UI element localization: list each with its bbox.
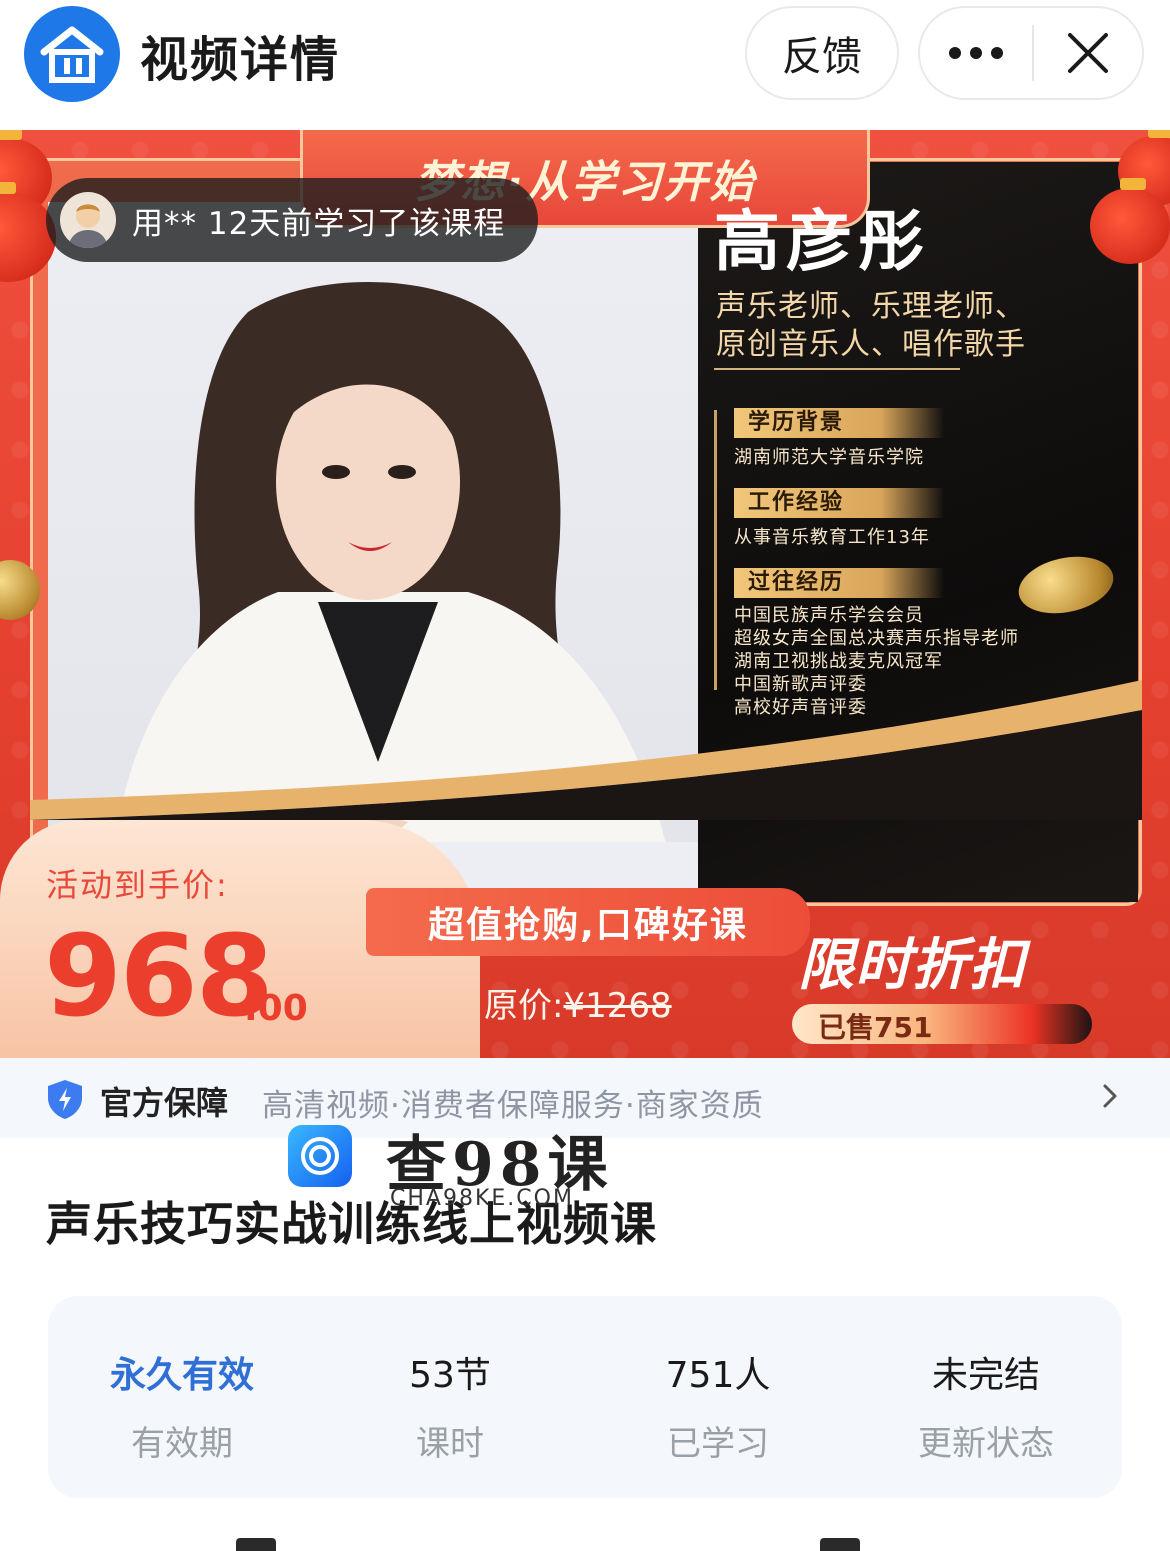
- price-integer: 968: [44, 912, 274, 1042]
- recent-learner-notice: 用** 12天前学习了该课程: [46, 178, 538, 262]
- section-item: 从事音乐教育工作13年: [734, 527, 930, 548]
- page-title: 视频详情: [140, 32, 341, 88]
- stat-label: 更新状态: [918, 1424, 1054, 1464]
- stat-value: 未完结: [931, 1355, 1040, 1396]
- feedback-button[interactable]: 反馈: [745, 6, 899, 100]
- stat-value: 永久有效: [109, 1355, 254, 1396]
- close-icon[interactable]: [1034, 8, 1142, 98]
- section-tag-education: 学历背景: [734, 408, 944, 438]
- lantern-right-icon: [1090, 178, 1170, 264]
- section-item: 湖南师范大学音乐学院: [734, 447, 924, 468]
- teacher-role-line: 声乐老师、乐理老师、: [716, 289, 1026, 324]
- stat-label: 课时: [416, 1424, 484, 1464]
- guarantee-title: 官方保障: [100, 1084, 229, 1122]
- section-item: 中国新歌声评委: [734, 674, 867, 695]
- sold-count: 已售751: [818, 1011, 933, 1044]
- stat-label: 已学习: [667, 1424, 769, 1464]
- course-stats-card: 永久有效 有效期 53节 课时 751人 已学习 未完结 更新状态: [48, 1296, 1122, 1498]
- section-content-education: 湖南师范大学音乐学院: [734, 446, 924, 469]
- app-logo-icon[interactable]: [24, 6, 120, 102]
- section-content-work: 从事音乐教育工作13年: [734, 526, 930, 549]
- stat-update-status: 未完结 更新状态: [852, 1296, 1120, 1498]
- stat-learners: 751人 已学习: [584, 1296, 852, 1498]
- section-content-history: 中国民族声乐学会会员 超级女声全国总决赛声乐指导老师 湖南卫视挑战麦克风冠军 中…: [734, 604, 1019, 719]
- teacher-name: 高彦彤: [714, 203, 930, 280]
- section-tag-history: 过往经历: [734, 568, 944, 598]
- chevron-right-icon[interactable]: [1100, 1082, 1120, 1110]
- timeline-line: [714, 410, 717, 690]
- learner-avatar: [60, 192, 116, 248]
- price-decimal: .00: [244, 988, 308, 1029]
- watermark-url: CHA98KE.COM: [390, 1186, 574, 1211]
- stat-value: 751人: [665, 1355, 771, 1396]
- next-section-peek: [820, 1538, 860, 1551]
- teacher-role-line: 原创音乐人、唱作歌手: [716, 327, 1026, 362]
- stat-lessons: 53节 课时: [316, 1296, 584, 1498]
- promo-bar: 超值抢购,口碑好课: [366, 888, 810, 956]
- section-item: 超级女声全国总决赛声乐指导老师: [734, 628, 1019, 649]
- watermark-logo-icon: [288, 1125, 352, 1187]
- next-section-peek: [236, 1538, 276, 1551]
- teacher-roles: 声乐老师、乐理老师、 原创音乐人、唱作歌手: [716, 288, 1026, 364]
- learner-notice-text: 用** 12天前学习了该课程: [132, 205, 506, 242]
- shield-icon: [48, 1080, 82, 1119]
- section-tag-work: 工作经验: [734, 488, 944, 518]
- stat-value: 53节: [409, 1355, 491, 1396]
- section-item: 湖南卫视挑战麦克风冠军: [734, 651, 943, 672]
- promo-text: 超值抢购,口碑好课: [428, 905, 748, 946]
- stat-validity: 永久有效 有效期: [48, 1296, 316, 1498]
- more-options-icon[interactable]: [920, 8, 1032, 98]
- original-price-label: 原价:: [484, 986, 564, 1026]
- nav-header: 视频详情 反馈: [0, 0, 1170, 130]
- stat-label: 有效期: [131, 1424, 233, 1464]
- course-banner[interactable]: 梦想·从学习开始 高彦彤 声乐老师、乐理老师、 原创音乐人、唱作歌手 学历背景 …: [0, 130, 1170, 1058]
- original-price: 原价:¥1268: [484, 978, 672, 1027]
- original-price-value: ¥1268: [563, 986, 672, 1026]
- price-label: 活动到手价:: [46, 866, 229, 904]
- roles-divider: [714, 368, 960, 370]
- section-item: 高校好声音评委: [734, 697, 867, 718]
- mini-program-capsule: [918, 6, 1144, 100]
- section-item: 中国民族声乐学会会员: [734, 605, 924, 626]
- flash-sale-title: 限时折扣: [798, 933, 1026, 998]
